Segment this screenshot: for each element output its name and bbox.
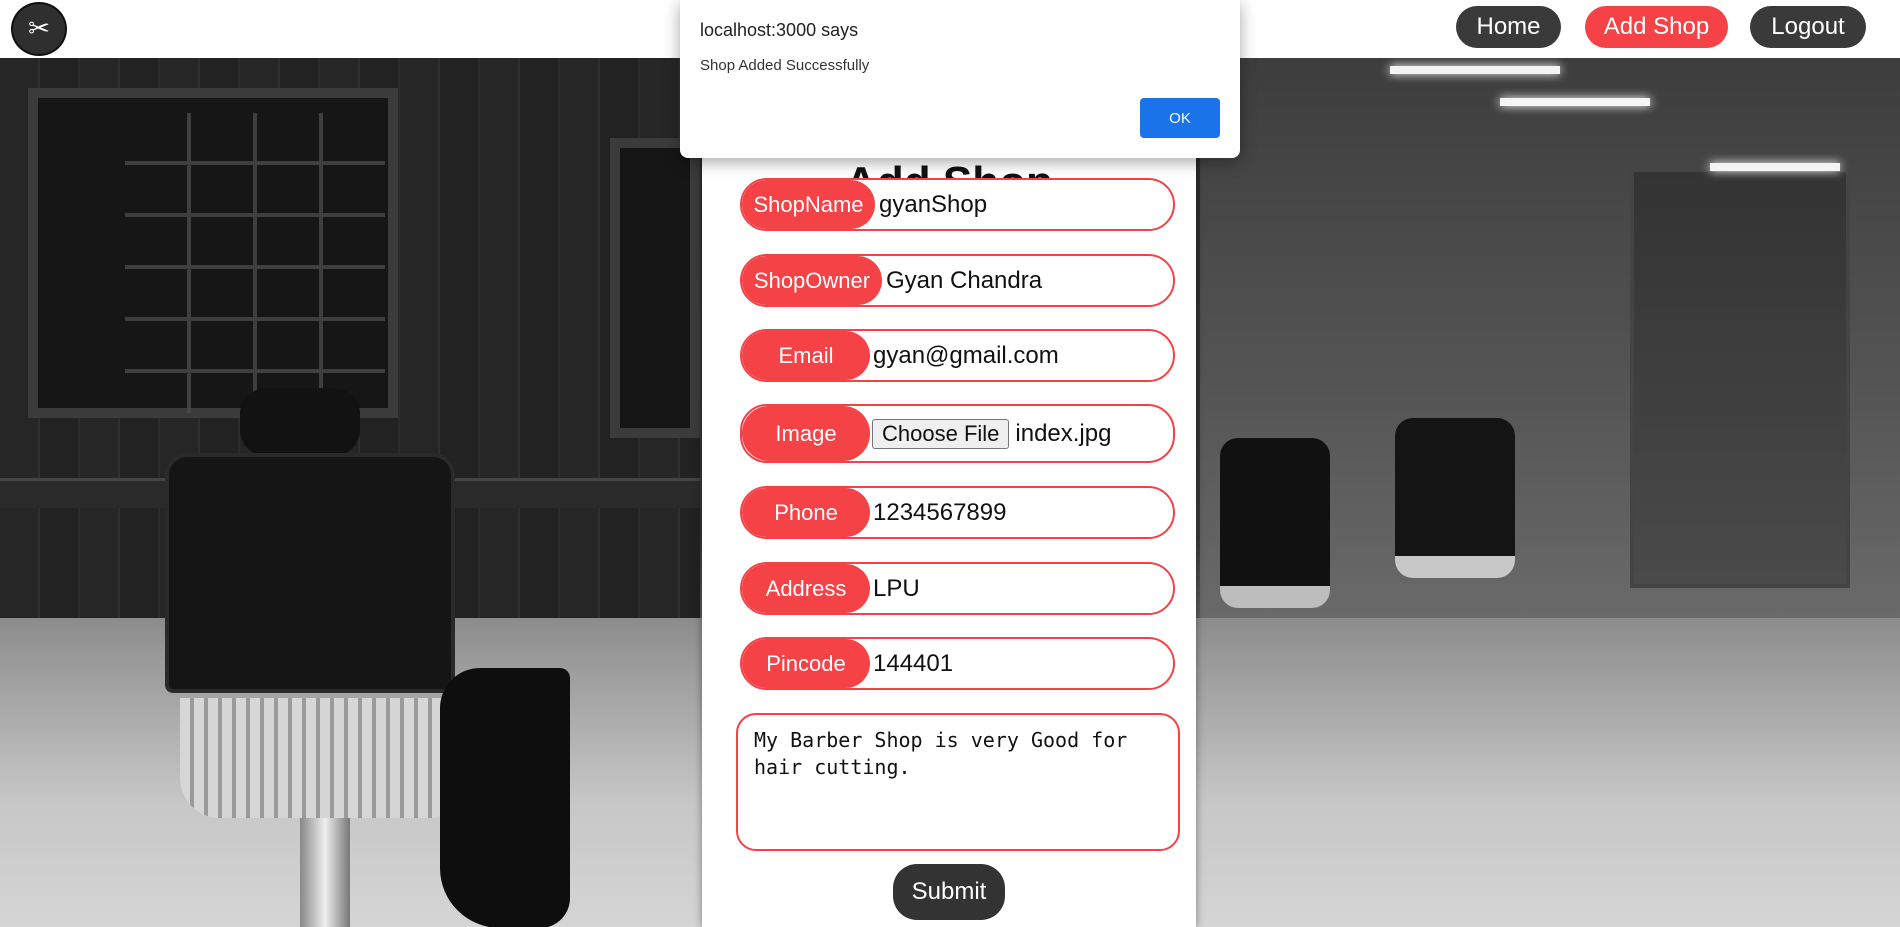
- image-file-input[interactable]: Choose File index.jpg: [872, 406, 1111, 461]
- ceiling-light: [1710, 163, 1840, 171]
- dialog-ok-button[interactable]: OK: [1140, 98, 1220, 138]
- mirror: [610, 138, 700, 438]
- email-input[interactable]: gyan@gmail.com: [873, 331, 1059, 380]
- image-field[interactable]: Image Choose File index.jpg: [740, 404, 1175, 463]
- glass-partition: [1630, 168, 1850, 588]
- nav-logout-button[interactable]: Logout: [1750, 6, 1866, 48]
- barber-chair: [1395, 418, 1515, 578]
- barber-chair: [1220, 438, 1330, 608]
- email-label: Email: [742, 331, 870, 380]
- shopname-input[interactable]: gyanShop: [879, 180, 987, 229]
- scissors-icon[interactable]: ✂: [11, 2, 67, 56]
- address-label: Address: [742, 564, 870, 613]
- shopowner-field[interactable]: ShopOwner Gyan Chandra: [740, 254, 1175, 307]
- dialog-title: localhost:3000 says: [700, 20, 859, 40]
- shopname-field[interactable]: ShopName gyanShop: [740, 178, 1175, 231]
- nav-add-shop-button[interactable]: Add Shop: [1585, 6, 1728, 48]
- pincode-input[interactable]: 144401: [873, 639, 953, 688]
- product-shelf: [125, 113, 385, 413]
- dialog-message: Shop Added Successfully: [700, 57, 870, 74]
- barber-chair-headrest: [240, 388, 360, 456]
- email-field[interactable]: Email gyan@gmail.com: [740, 329, 1175, 382]
- barber-cape: [440, 668, 570, 927]
- barber-chair-pole: [300, 818, 350, 927]
- shopname-label: ShopName: [742, 180, 875, 229]
- barber-chair: [165, 453, 455, 693]
- ceiling-light: [1390, 66, 1560, 74]
- shopowner-input[interactable]: Gyan Chandra: [886, 256, 1042, 305]
- pincode-label: Pincode: [742, 639, 870, 688]
- choose-file-button[interactable]: Choose File: [872, 418, 1010, 449]
- pincode-field[interactable]: Pincode 144401: [740, 637, 1175, 690]
- barber-chair-seat: [180, 698, 470, 818]
- nav-home-button[interactable]: Home: [1456, 6, 1561, 48]
- address-input[interactable]: LPU: [873, 564, 920, 613]
- description-textarea[interactable]: My Barber Shop is very Good for hair cut…: [736, 713, 1180, 851]
- alert-dialog: localhost:3000 says Shop Added Successfu…: [680, 0, 1240, 158]
- add-shop-form: Add Shop ShopName gyanShop ShopOwner Gya…: [702, 58, 1196, 927]
- phone-input[interactable]: 1234567899: [873, 488, 1006, 537]
- shopowner-label: ShopOwner: [742, 256, 882, 305]
- submit-button[interactable]: Submit: [893, 864, 1005, 920]
- ceiling-light: [1500, 98, 1650, 106]
- image-label: Image: [742, 406, 870, 461]
- phone-field[interactable]: Phone 1234567899: [740, 486, 1175, 539]
- address-field[interactable]: Address LPU: [740, 562, 1175, 615]
- selected-file-name: index.jpg: [1015, 419, 1112, 447]
- phone-label: Phone: [742, 488, 870, 537]
